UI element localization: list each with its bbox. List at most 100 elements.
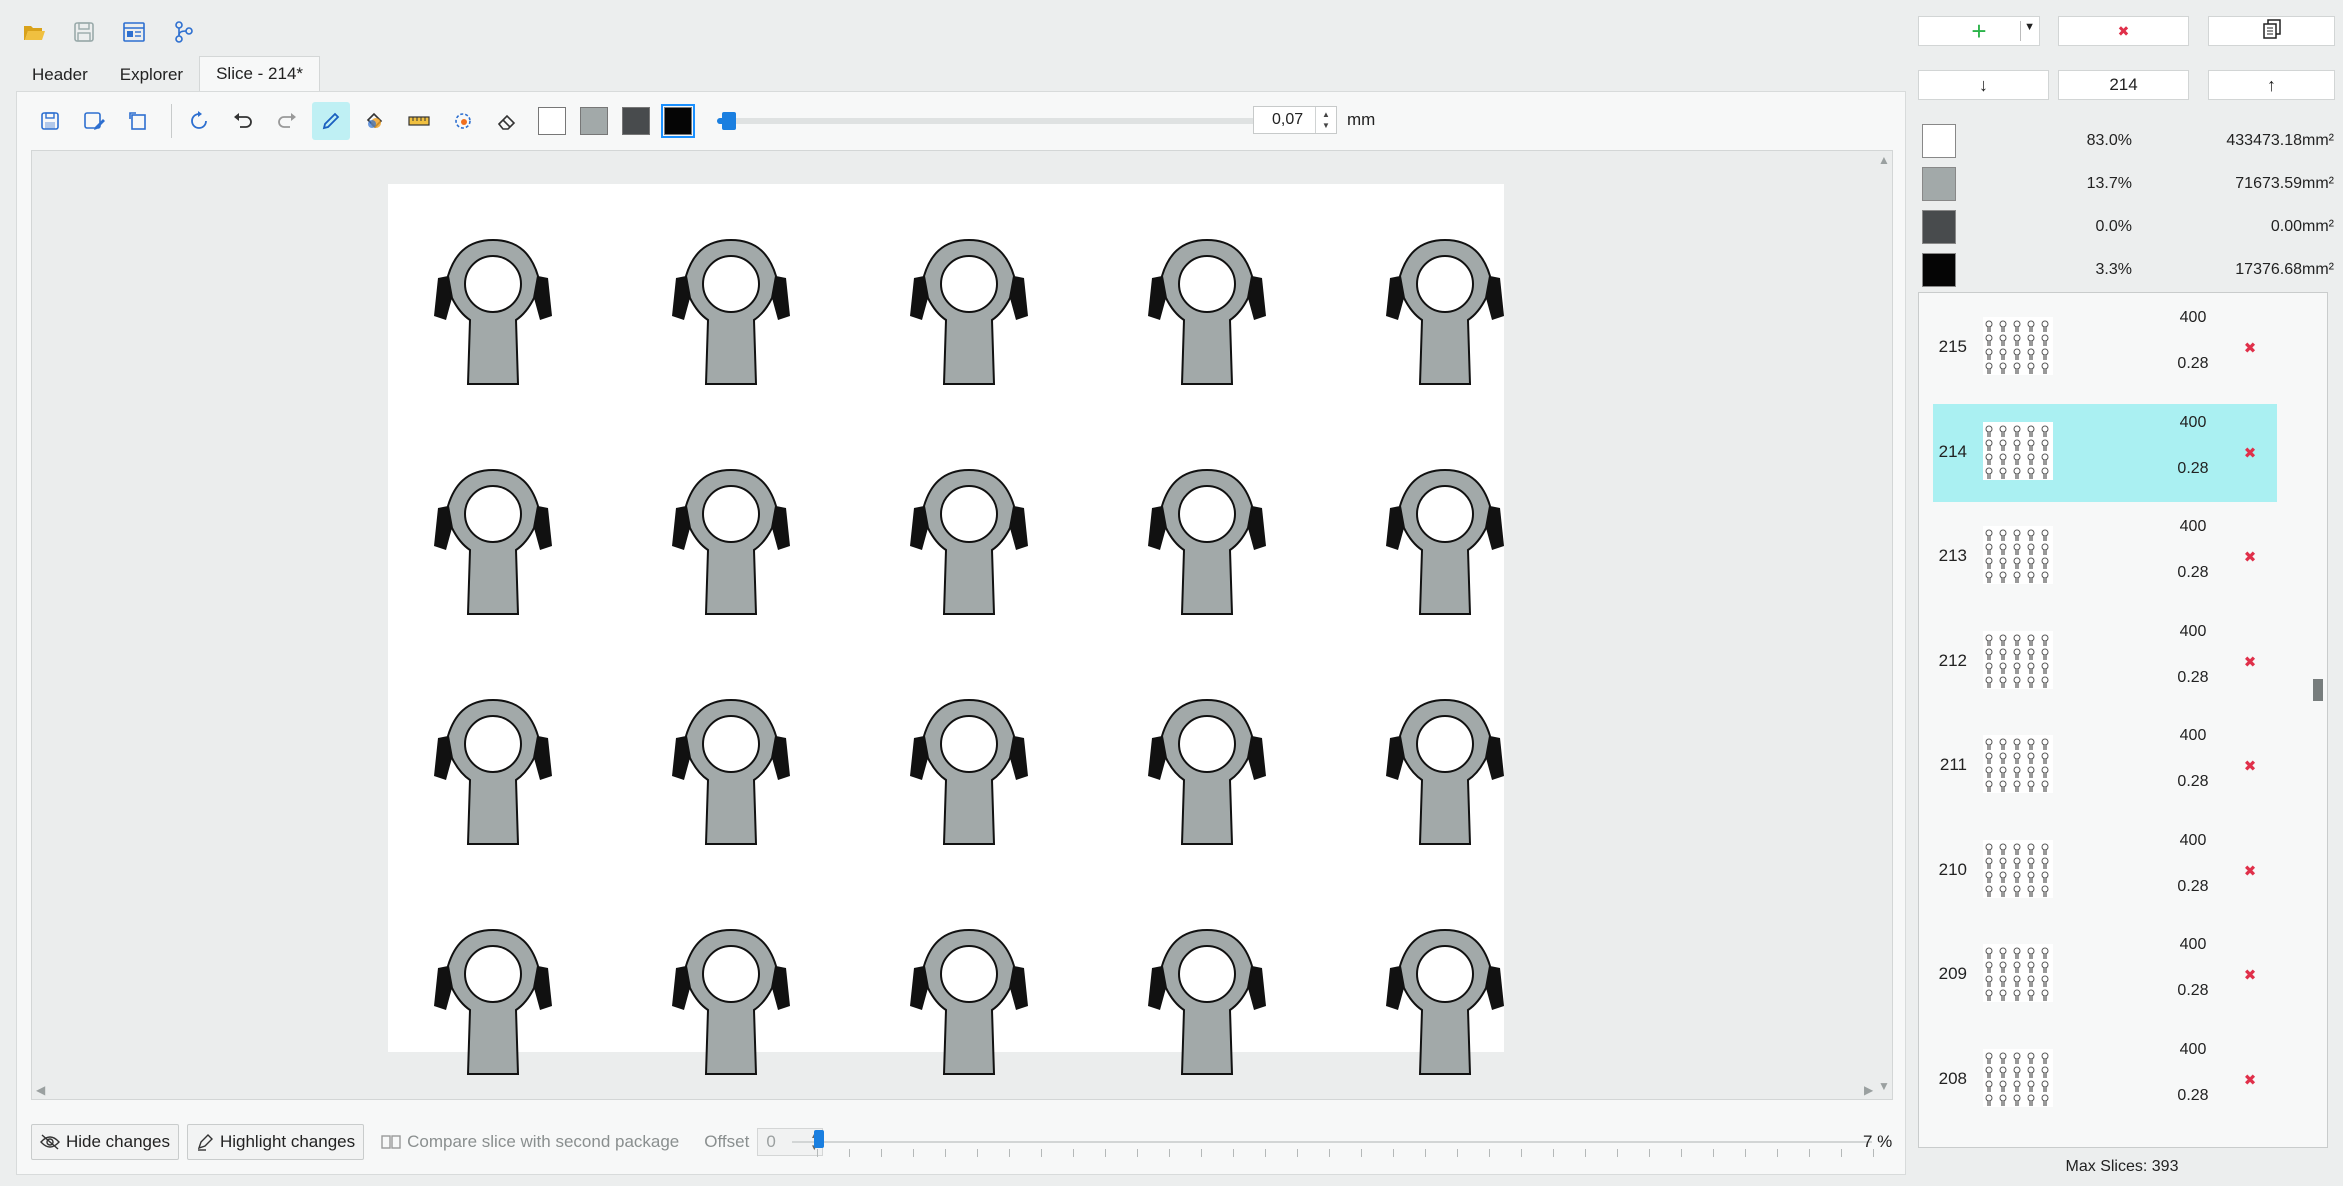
slice-part xyxy=(1142,468,1272,618)
layer-row[interactable]: 214 400 0.28 ✖ xyxy=(1933,403,2277,502)
zoom-tick xyxy=(1617,1149,1618,1157)
layer-list-scrollbar[interactable] xyxy=(2313,679,2323,701)
scroll-down-icon[interactable]: ▼ xyxy=(1878,1079,1890,1093)
slice-part xyxy=(1380,238,1510,388)
delete-layer-icon[interactable]: ✖ xyxy=(2235,542,2265,572)
layer-height: 0.28 xyxy=(2177,564,2209,581)
eraser-icon[interactable] xyxy=(488,102,526,140)
scroll-right-icon[interactable]: ▶ xyxy=(1864,1083,1873,1097)
zoom-tick xyxy=(1809,1149,1810,1157)
layer-number: 214 xyxy=(1938,441,1967,461)
slice-part xyxy=(428,698,558,848)
slice-part xyxy=(666,238,796,388)
compare-slice-button[interactable]: Compare slice with second package xyxy=(372,1124,688,1160)
ruler-icon[interactable] xyxy=(400,102,438,140)
slice-part xyxy=(666,468,796,618)
save-edit-icon[interactable] xyxy=(75,102,113,140)
chevron-down-icon[interactable]: ▼ xyxy=(1322,120,1330,131)
brush-size-slider[interactable] xyxy=(717,112,1257,130)
scroll-up-icon[interactable]: ▲ xyxy=(1878,153,1890,167)
layer-number: 212 xyxy=(1938,650,1967,670)
save-icon[interactable] xyxy=(66,14,102,50)
chevron-up-icon[interactable]: ▲ xyxy=(1322,109,1330,120)
delete-layer-icon[interactable]: ✖ xyxy=(2235,438,2265,468)
undo-icon[interactable] xyxy=(224,102,262,140)
slice-image[interactable] xyxy=(388,184,1504,1075)
color-stat-row: 13.7% 71673.59mm² xyxy=(1922,165,2334,203)
dropdown-divider xyxy=(2020,21,2021,41)
delete-layer-icon[interactable]: ✖ xyxy=(2235,751,2265,781)
paint-bucket-icon[interactable] xyxy=(356,102,394,140)
layer-row[interactable]: 213 400 0.28 ✖ xyxy=(1933,508,2277,606)
zoom-tick xyxy=(1553,1149,1554,1157)
current-slice-field[interactable]: 214 xyxy=(2058,70,2189,100)
layer-row[interactable]: 215 400 0.28 ✖ xyxy=(1933,299,2277,397)
layer-row[interactable]: 210 400 0.28 ✖ xyxy=(1933,822,2277,920)
open-folder-icon[interactable] xyxy=(16,14,52,50)
save-as-icon[interactable] xyxy=(116,14,152,50)
layer-thumbnail xyxy=(1983,1048,2053,1107)
delete-layer-button[interactable]: ✖ xyxy=(2058,16,2189,46)
layer-exposure: 400 xyxy=(2179,936,2207,953)
color-swatch-black[interactable] xyxy=(661,104,695,138)
brush-size-input[interactable]: 0,07 ▲ ▼ xyxy=(1253,106,1337,134)
git-branch-icon[interactable] xyxy=(166,14,202,50)
tab-explorer[interactable]: Explorer xyxy=(104,59,199,91)
color-swatch-dark-gray[interactable] xyxy=(622,107,650,135)
color-stat-area: 0.00mm² xyxy=(2270,218,2334,235)
layer-list[interactable]: 215 400 0.28 ✖ 214 400 0.28 ✖ 213 400 0.28 ✖ 212 400 0… xyxy=(1918,292,2328,1148)
brush-size-unit: mm xyxy=(1347,110,1376,129)
scroll-left-icon[interactable]: ◀ xyxy=(36,1083,45,1097)
color-stat-area: 433473.18mm² xyxy=(2226,132,2334,149)
refresh-icon[interactable] xyxy=(180,102,218,140)
magic-wand-icon[interactable] xyxy=(444,102,482,140)
zoom-tick xyxy=(1265,1149,1266,1157)
slice-part xyxy=(1142,698,1272,848)
next-slice-button[interactable]: ↑ xyxy=(2208,70,2335,100)
color-stat-percent: 3.3% xyxy=(2095,261,2132,278)
redo-icon[interactable] xyxy=(268,102,306,140)
copy-layer-button[interactable] xyxy=(2208,16,2335,46)
layer-row[interactable]: 212 400 0.28 ✖ xyxy=(1933,613,2277,711)
delete-layer-icon[interactable]: ✖ xyxy=(2235,647,2265,677)
layer-height: 0.28 xyxy=(2177,773,2209,790)
layer-row[interactable]: 208 400 0.28 ✖ xyxy=(1933,1031,2277,1129)
save-icon[interactable] xyxy=(31,102,69,140)
delete-layer-icon[interactable]: ✖ xyxy=(2235,1065,2265,1095)
chevron-down-icon[interactable]: ▼ xyxy=(2024,21,2035,33)
brush-size-value: 0,07 xyxy=(1272,111,1304,128)
layer-height: 0.28 xyxy=(2177,459,2209,477)
layer-zoom-thumb[interactable] xyxy=(814,1130,824,1148)
color-stat-swatch xyxy=(1922,253,1956,287)
brush-size-slider-thumb[interactable] xyxy=(722,112,736,130)
layer-height: 0.28 xyxy=(2177,1086,2209,1104)
add-layer-button[interactable]: + ▼ xyxy=(1918,16,2040,46)
hide-changes-button[interactable]: Hide changes xyxy=(31,1124,179,1160)
zoom-tick xyxy=(1201,1149,1202,1157)
color-swatch-white[interactable] xyxy=(538,107,566,135)
copy-icon xyxy=(2262,18,2281,44)
layer-thumbnail xyxy=(1983,526,2053,584)
previous-slice-button[interactable]: ↓ xyxy=(1918,70,2049,100)
zoom-tick xyxy=(977,1149,978,1157)
highlight-changes-button[interactable]: Highlight changes xyxy=(186,1124,365,1160)
import-image-icon[interactable] xyxy=(119,102,157,140)
layer-number: 209 xyxy=(1938,964,1967,983)
pencil-icon[interactable] xyxy=(312,102,350,140)
slice-part xyxy=(1380,468,1510,618)
tab-slice[interactable]: Slice - 214* xyxy=(199,56,321,91)
layer-row[interactable]: 211 400 0.28 ✖ xyxy=(1933,717,2277,815)
slice-part xyxy=(1142,238,1272,388)
zoom-tick xyxy=(1745,1149,1746,1157)
zoom-tick xyxy=(1329,1149,1330,1157)
color-swatch-gray[interactable] xyxy=(580,107,608,135)
slice-canvas-viewport[interactable]: ▲ ▼ ◀ ▶ xyxy=(31,150,1893,1100)
layer-row[interactable]: 209 400 0.28 ✖ xyxy=(1933,926,2277,1024)
delete-layer-icon[interactable]: ✖ xyxy=(2235,856,2265,886)
compare-icon xyxy=(381,1133,401,1151)
delete-layer-icon[interactable]: ✖ xyxy=(2235,960,2265,990)
tab-header[interactable]: Header xyxy=(16,59,104,91)
layer-zoom-slider[interactable] xyxy=(792,1141,1872,1143)
brush-size-stepper[interactable]: ▲ ▼ xyxy=(1315,107,1336,133)
delete-layer-icon[interactable]: ✖ xyxy=(2235,333,2265,363)
